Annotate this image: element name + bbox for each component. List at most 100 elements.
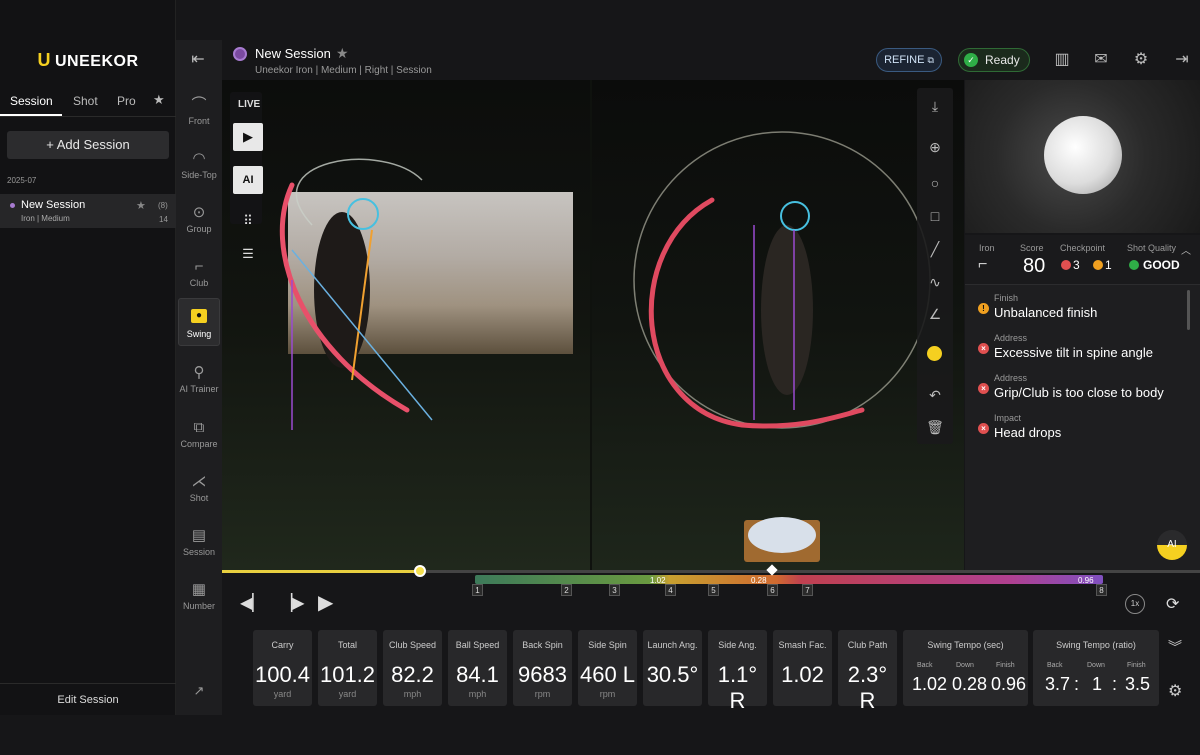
shot-quality-value: GOOD	[1143, 258, 1180, 272]
phase-back-duration: 1.02	[650, 576, 666, 585]
metric-ball-speed: Ball Speed 84.1 mph	[448, 630, 507, 706]
report-icon[interactable]: ▥	[1052, 50, 1072, 70]
shot-icon: ⋌	[191, 473, 207, 490]
metrics-settings-gear-icon[interactable]: ⚙	[1168, 681, 1182, 701]
phase-marker-3[interactable]: 3	[609, 584, 620, 596]
nav-group[interactable]: ⊙ Group	[178, 198, 220, 246]
club-path-trace-right	[648, 197, 865, 429]
ai-analysis-button[interactable]: AI	[233, 166, 263, 194]
footprint-icon[interactable]: ⠿	[233, 207, 263, 235]
favorite-star-icon[interactable]: ★	[336, 45, 349, 62]
download-icon[interactable]: ⤓	[924, 95, 946, 117]
swing-trace-overlay	[279, 131, 931, 562]
swing-phase-bar[interactable]	[475, 575, 1103, 584]
session-shot-count: (8)	[158, 201, 168, 210]
phase-marker-4[interactable]: 4	[665, 584, 676, 596]
metric-club-speed: Club Speed 82.2 mph	[383, 630, 442, 706]
session-star-icon[interactable]: ★	[136, 199, 146, 212]
side-top-view-icon: ◠	[192, 150, 206, 167]
previous-frame-icon[interactable]: ◀▏	[240, 593, 265, 613]
phase-marker-6[interactable]: 6	[767, 584, 778, 596]
range-balls	[748, 517, 816, 553]
nav-compare[interactable]: ⧉ Compare	[178, 413, 220, 461]
edit-session-button[interactable]: Edit Session	[0, 683, 176, 715]
tab-session[interactable]: Session	[10, 94, 53, 108]
scrollbar[interactable]	[1187, 290, 1190, 330]
score-label: Score	[1020, 243, 1044, 253]
checkpoint-item[interactable]: ! Finish Unbalanced finish	[978, 293, 1188, 320]
warning-icon: !	[978, 303, 989, 314]
good-status-icon	[1129, 260, 1139, 270]
checkpoint-item[interactable]: × Impact Head drops	[978, 413, 1188, 440]
favorites-star-icon[interactable]: ★	[153, 92, 165, 108]
metric-side-spin: Side Spin 460 Lrpm	[578, 630, 637, 706]
swing-analysis-panel	[965, 235, 1200, 570]
tab-pro[interactable]: Pro	[117, 94, 136, 108]
golf-ball-image	[1044, 116, 1122, 194]
checkpoint-warning-count: 1	[1105, 258, 1112, 272]
rectangle-tool-icon[interactable]: □	[924, 205, 946, 227]
error-icon: ×	[978, 383, 989, 394]
phase-down-duration: 0.28	[751, 576, 767, 585]
session-breadcrumb: Uneekor Iron | Medium | Right | Session	[255, 65, 432, 76]
golfer-silhouette-right	[761, 225, 813, 395]
head-marker-right	[780, 201, 810, 231]
nav-ai-trainer[interactable]: ⚲ AI Trainer	[178, 358, 220, 406]
bar-list-icon[interactable]: ☰	[233, 240, 263, 268]
exit-icon[interactable]: ⇥	[1172, 50, 1192, 70]
live-label[interactable]: LIVE	[238, 99, 260, 110]
nav-front[interactable]: ⌒ Front	[178, 90, 220, 138]
phase-marker-8[interactable]: 8	[1096, 584, 1107, 596]
play-icon[interactable]: ▶	[318, 590, 333, 615]
add-marker-icon[interactable]: ⊕	[924, 136, 946, 158]
popout-icon[interactable]: ↗	[190, 683, 208, 701]
replay-icon[interactable]: ▶	[233, 123, 263, 151]
nav-club[interactable]: ⌐ Club	[178, 252, 220, 300]
phase-marker-7[interactable]: 7	[802, 584, 813, 596]
repeat-icon[interactable]: ⟳	[1166, 594, 1179, 614]
phase-finish-duration: 0.96	[1078, 576, 1094, 585]
settings-gear-icon[interactable]: ⚙	[1131, 50, 1151, 70]
session-icon: ▤	[191, 527, 207, 544]
trash-icon[interactable]: 🗑	[924, 416, 946, 438]
circle-tool-icon[interactable]: ○	[924, 172, 946, 194]
phase-marker-5[interactable]: 5	[708, 584, 719, 596]
metric-total: Total 101.2 yard	[318, 630, 377, 706]
nav-session[interactable]: ▤ Session	[178, 521, 220, 569]
checkpoint-item[interactable]: × Address Grip/Club is too close to body	[978, 373, 1188, 400]
next-frame-icon[interactable]: ▕▶	[280, 593, 305, 613]
phase-marker-2[interactable]: 2	[561, 584, 572, 596]
freehand-tool-icon[interactable]: ∿	[924, 271, 946, 293]
session-list-item[interactable]: New Session Iron | Medium ★ (8) 14	[0, 194, 176, 228]
nav-swing[interactable]: ● Swing	[178, 298, 220, 346]
refine-button[interactable]: REFINE ⧉	[876, 48, 942, 72]
number-icon: ▦	[191, 581, 207, 598]
feedback-icon[interactable]: ✉	[1091, 50, 1111, 70]
club-icon: ⌐	[194, 258, 204, 275]
metric-smash-factor: Smash Fac. 1.02	[773, 630, 832, 706]
checkpoint-item[interactable]: × Address Excessive tilt in spine angle	[978, 333, 1188, 360]
metric-club-path: Club Path 2.3° R	[838, 630, 897, 713]
tab-shot[interactable]: Shot	[73, 94, 98, 108]
color-picker-icon[interactable]	[927, 346, 942, 361]
uneekor-logo: U UNEEKOR	[37, 50, 139, 70]
nav-number[interactable]: ▦ Number	[178, 575, 220, 623]
nav-side-top[interactable]: ◠ Side-Top	[178, 144, 220, 192]
group-icon: ⊙	[192, 204, 206, 221]
add-session-button[interactable]: + Add Session	[7, 131, 169, 159]
undo-icon[interactable]: ↶	[924, 384, 946, 406]
metric-carry: Carry 100.4 yard	[253, 630, 312, 706]
chevron-up-icon[interactable]: ︿	[1181, 242, 1191, 257]
playback-speed-button[interactable]: 1x	[1125, 594, 1145, 614]
ai-coach-button[interactable]: AI	[1157, 530, 1187, 560]
timeline-scrub-handle[interactable]	[414, 565, 426, 577]
nav-shot[interactable]: ⋌ Shot	[178, 467, 220, 515]
angle-tool-icon[interactable]: ∠	[924, 303, 946, 325]
line-tool-icon[interactable]: ╱	[924, 238, 946, 260]
metric-swing-tempo-ratio: Swing Tempo (ratio) Back Down Finish 3.7…	[1033, 630, 1159, 706]
expand-metrics-chevron-icon[interactable]: ︾	[1168, 637, 1182, 657]
compare-icon: ⧉	[193, 419, 205, 436]
session-total-count: 14	[159, 215, 168, 224]
collapse-panel-icon[interactable]: ⇤	[186, 50, 210, 70]
phase-marker-1[interactable]: 1	[472, 584, 483, 596]
